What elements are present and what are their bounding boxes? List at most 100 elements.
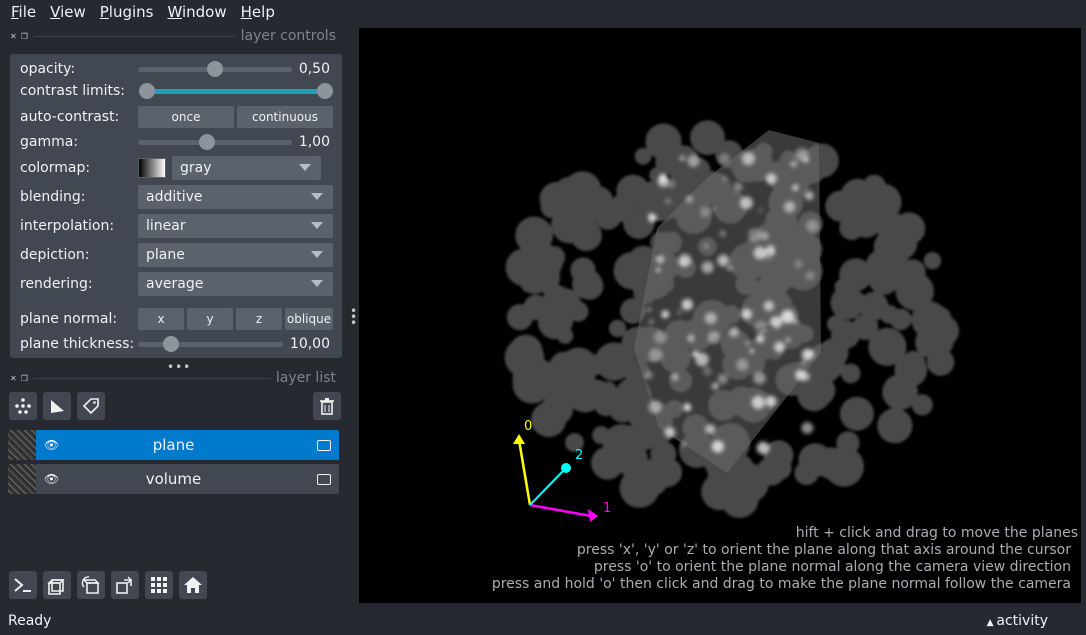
contrast-limits-label: contrast limits: [20,83,125,99]
float-dock-icon[interactable]: ❐ [21,374,28,383]
volume-blob [829,341,847,359]
auto-contrast-label: auto-contrast: [20,109,120,125]
plane-thickness-label: plane thickness: [20,336,135,352]
plane-highlight [702,366,712,376]
volume-blob [572,268,603,299]
viewer-canvas[interactable]: 0 1 2 hift + click and drag to move the … [359,28,1081,603]
close-dock-icon[interactable]: ✕ [10,32,17,41]
plane-highlight [671,373,679,381]
plane-highlight [654,330,667,344]
plane-highlight [727,265,733,271]
depiction-row: depiction: plane [10,242,342,268]
volume-blob [592,426,611,445]
volume-blob [573,201,594,222]
reset-view-button[interactable] [179,571,207,599]
layer-name[interactable]: plane [8,436,339,454]
layer-list-header: ✕ ❐ layer list [8,368,342,388]
plane-highlight [785,337,791,343]
rendering-value: average [146,276,204,292]
float-dock-icon[interactable]: ❐ [21,32,28,41]
plane-highlight [745,341,750,346]
console-button[interactable] [9,571,37,599]
new-labels-layer-button[interactable] [77,392,105,420]
hint-line-3: press 'o' to orient the plane normal alo… [593,559,1071,575]
volume-render: 0 1 2 [504,120,959,522]
contrast-max-handle[interactable] [317,83,333,99]
interpolation-label: interpolation: [20,218,115,234]
layer-controls-panel: opacity: 0,50 contrast limits: auto-cont… [10,54,342,358]
plane-highlight [741,308,752,320]
transpose-icon [116,576,132,594]
grid-view-button[interactable] [145,571,173,599]
opacity-slider-handle[interactable] [207,61,223,77]
plane-normal-y-button[interactable]: y [187,308,233,330]
gamma-slider-track[interactable] [138,140,292,145]
plane-highlight [681,442,687,447]
layer-name[interactable]: volume [8,470,339,488]
cube-3d-icon [47,579,65,595]
plane-thickness-slider-handle[interactable] [163,336,179,352]
menu-plugins[interactable]: Plugins [100,3,154,21]
plane-highlight [728,326,740,338]
plane-highlight [685,195,694,204]
plane-highlight [801,422,814,434]
volume-blob [888,213,909,235]
axis-0-line [517,439,532,506]
menu-window[interactable]: Window [167,3,226,21]
auto-contrast-continuous-button[interactable]: continuous [237,106,333,128]
plane-thickness-value[interactable]: 10,00 [290,336,330,352]
toggle-ndisplay-button[interactable] [43,571,71,599]
menu-file[interactable]: File [11,3,36,21]
plane-highlight [760,231,769,241]
rendering-dropdown[interactable]: average [138,272,333,296]
layer-item-plane[interactable]: 👁 plane [8,430,339,460]
volume-blob [531,401,567,438]
gamma-value[interactable]: 1,00 [299,134,330,150]
depiction-dropdown[interactable]: plane [138,243,333,267]
new-shapes-layer-button[interactable] [43,392,71,420]
menu-view[interactable]: View [50,3,86,21]
plane-highlight [736,358,749,371]
layer-item-volume[interactable]: 👁 volume [8,464,339,494]
colormap-dropdown[interactable]: gray [172,156,321,180]
activity-button[interactable]: ▲ activity [987,613,1048,629]
gamma-slider-handle[interactable] [199,134,215,150]
plane-highlight [695,352,709,367]
volume-blob [556,327,574,344]
plane-normal-z-button[interactable]: z [236,308,282,330]
interpolation-dropdown[interactable]: linear [138,214,333,238]
plane-highlight [681,298,693,311]
trash-icon [320,398,334,415]
delete-layer-button[interactable] [313,392,341,420]
transpose-dimensions-button[interactable] [111,571,139,599]
plane-normal-label: plane normal: [20,311,118,327]
plane-highlight [661,310,670,319]
plane-normal-oblique-button[interactable]: oblique [285,308,333,330]
blending-value: additive [146,189,203,205]
plane-highlight [805,349,815,359]
splitter-handle[interactable]: • • • [350,305,357,329]
opacity-value[interactable]: 0,50 [299,61,330,77]
plane-normal-x-button[interactable]: x [138,308,184,330]
volume-blob [623,207,655,239]
plane-thickness-row: plane thickness: 10,00 [10,331,342,357]
contrast-min-handle[interactable] [139,83,155,99]
blending-dropdown[interactable]: additive [138,185,333,209]
volume-blob [584,354,605,376]
interpolation-value: linear [146,218,186,234]
close-dock-icon[interactable]: ✕ [10,374,17,383]
contrast-limits-row: contrast limits: [10,78,342,104]
volume-blob [549,351,581,383]
auto-contrast-once-button[interactable]: once [138,106,234,128]
new-points-layer-button[interactable] [9,392,37,420]
plane-highlight [648,400,662,414]
chevron-down-icon [311,222,323,229]
roll-icon [81,576,100,594]
plane-highlight [704,243,709,249]
plane-thickness-slider-track[interactable] [138,342,283,347]
volume-blob [882,374,918,410]
menu-help[interactable]: Help [241,3,275,21]
roll-dimensions-button[interactable] [77,571,105,599]
contrast-limits-range[interactable] [142,89,328,94]
plane-highlight [655,267,661,273]
